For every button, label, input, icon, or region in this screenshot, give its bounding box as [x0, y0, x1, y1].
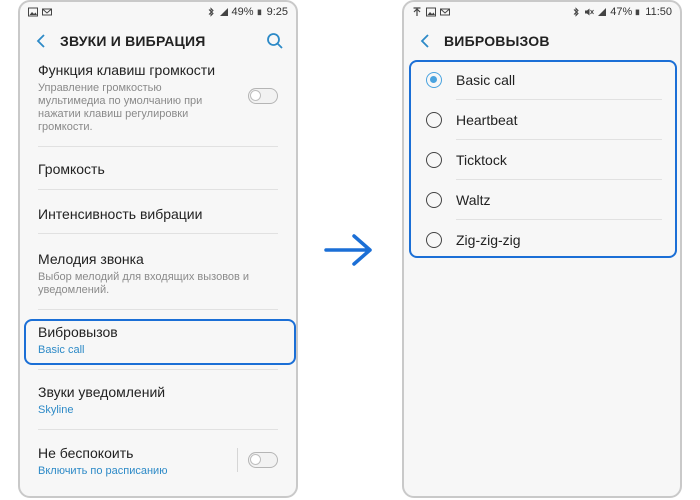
app-bar: ЗВУКИ И ВИБРАЦИЯ — [20, 22, 296, 60]
volume-keys-toggle[interactable] — [248, 88, 278, 104]
setting-vibration-intensity[interactable]: Интенсивность вибрации — [20, 206, 296, 222]
bluetooth-icon — [573, 7, 579, 17]
settings-screen: 49% 9:25 ЗВУКИ И ВИБРАЦИЯ Функция клавиш… — [18, 0, 298, 498]
vibration-pattern-screen: 47% 11:50 ВИБРОВЫЗОВ Basic call Heartbea… — [402, 0, 682, 498]
setting-title: Функция клавиш громкости — [38, 62, 216, 78]
setting-title: Интенсивность вибрации — [38, 206, 203, 222]
toggle-knob — [250, 90, 261, 101]
battery-icon — [635, 9, 640, 16]
page-title: ЗВУКИ И ВИБРАЦИЯ — [60, 33, 206, 49]
setting-value: Включить по расписанию — [38, 465, 168, 477]
status-time: 9:25 — [266, 6, 288, 18]
setting-title: Звуки уведомлений — [38, 384, 166, 400]
gallery-icon — [426, 7, 436, 17]
app-bar: ВИБРОВЫЗОВ — [404, 22, 680, 60]
highlight-box — [409, 60, 677, 258]
do-not-disturb-toggle[interactable] — [248, 452, 278, 468]
setting-ringtone[interactable]: Мелодия звонка Выбор мелодий для входящи… — [20, 251, 296, 297]
vertical-separator — [237, 448, 238, 472]
setting-title: Громкость — [38, 161, 105, 177]
gallery-icon — [28, 7, 38, 17]
divider — [38, 369, 278, 370]
mail-icon — [440, 8, 450, 16]
status-bar: 47% 11:50 — [404, 2, 680, 22]
setting-title: Мелодия звонка — [38, 251, 144, 267]
setting-notification-sounds[interactable]: Звуки уведомлений Skyline — [20, 384, 296, 416]
divider — [38, 429, 278, 430]
page-title: ВИБРОВЫЗОВ — [444, 33, 550, 49]
back-arrow-icon[interactable] — [416, 32, 434, 50]
divider — [38, 233, 278, 234]
signal-icon — [598, 8, 607, 16]
battery-icon — [257, 9, 261, 16]
setting-volume[interactable]: Громкость — [20, 161, 296, 177]
arrow-right-icon — [324, 234, 372, 266]
highlight-box — [24, 319, 296, 365]
status-bar: 49% 9:25 — [20, 2, 296, 22]
mute-icon — [585, 8, 595, 16]
divider — [38, 309, 278, 310]
divider — [38, 146, 278, 147]
status-time: 11:50 — [645, 6, 672, 18]
divider — [38, 189, 278, 190]
back-arrow-icon[interactable] — [32, 32, 50, 50]
bluetooth-icon — [208, 7, 214, 17]
setting-title: Не беспокоить — [38, 445, 134, 461]
battery-percent: 49% — [231, 6, 254, 18]
upload-icon — [413, 7, 421, 16]
setting-description: Выбор мелодий для входящих вызовов и уве… — [38, 271, 250, 296]
setting-description: Управление громкостью мультимедиа по умо… — [38, 82, 203, 133]
setting-value: Skyline — [38, 404, 74, 416]
signal-icon — [219, 8, 228, 16]
mail-icon — [42, 8, 52, 16]
battery-percent: 47% — [610, 6, 633, 18]
toggle-knob — [250, 454, 261, 465]
search-icon[interactable] — [266, 32, 284, 50]
